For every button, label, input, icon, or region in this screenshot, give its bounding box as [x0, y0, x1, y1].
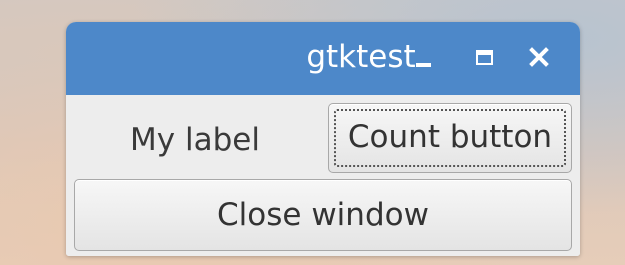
close-button[interactable]: [524, 42, 554, 72]
my-label: My label: [130, 122, 260, 158]
close-icon: [529, 47, 549, 67]
minimize-icon: [416, 63, 431, 67]
title-bar[interactable]: gtktest: [66, 22, 580, 95]
close-window-button-label: Close window: [217, 197, 429, 233]
maximize-button[interactable]: [470, 42, 500, 72]
close-window-button[interactable]: Close window: [74, 179, 572, 251]
count-button-label: Count button: [347, 119, 553, 155]
maximize-icon: [476, 50, 493, 65]
count-button[interactable]: Count button: [328, 103, 572, 173]
gtktest-window: gtktest My label Count button Close wind…: [66, 22, 580, 256]
window-content: My label Count button Close window: [66, 95, 580, 256]
minimize-button[interactable]: [410, 42, 440, 72]
